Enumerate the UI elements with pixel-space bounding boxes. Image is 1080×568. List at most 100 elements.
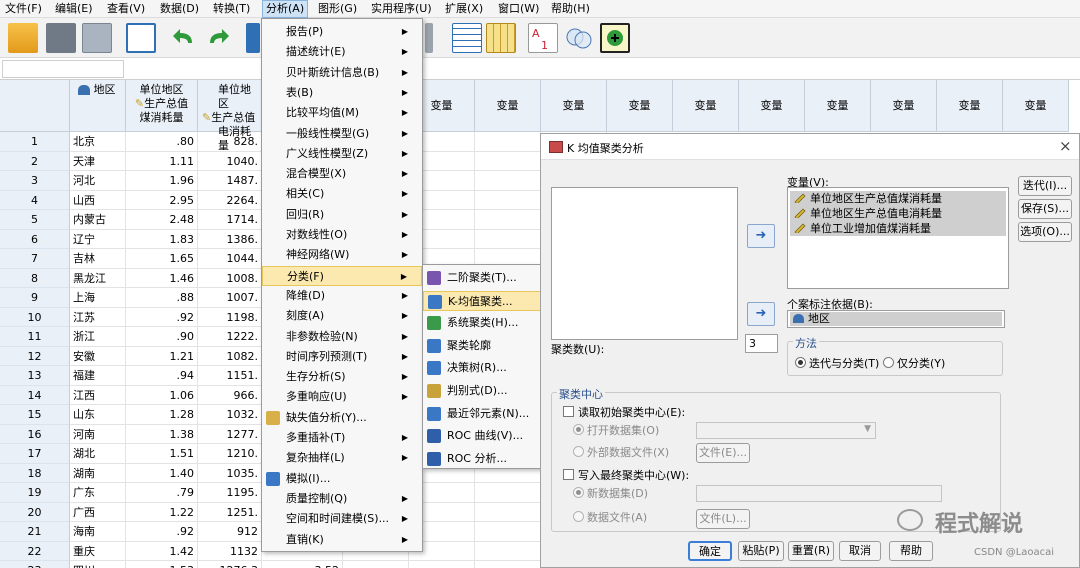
- table-cell[interactable]: 1276.3: [198, 561, 262, 568]
- move-to-variables-button[interactable]: ➜: [747, 224, 775, 248]
- table-cell[interactable]: 1.40: [126, 463, 198, 483]
- analyze-menu-item[interactable]: 时间序列预测(T) ▶: [262, 347, 422, 367]
- table-cell[interactable]: .92: [126, 307, 198, 327]
- classify-only-radio[interactable]: [883, 357, 894, 368]
- cancel-button[interactable]: 取消: [839, 541, 881, 561]
- col-header-variable[interactable]: 变量: [937, 80, 1003, 132]
- analyze-menu-item[interactable]: 多重插补(T) ▶: [262, 428, 422, 448]
- table-cell[interactable]: 1210.: [198, 444, 262, 464]
- analyze-menu-item[interactable]: 报告(P) ▶: [262, 22, 422, 42]
- open-folder-icon[interactable]: [8, 23, 38, 53]
- read-initial-checkbox[interactable]: [563, 406, 574, 417]
- data-file-radio[interactable]: [573, 511, 584, 522]
- new-dataset-radio[interactable]: [573, 487, 584, 498]
- table-cell[interactable]: 912: [198, 522, 262, 542]
- table-cell[interactable]: 河北: [70, 171, 126, 191]
- recall-dialog-icon[interactable]: [126, 23, 156, 53]
- table-cell[interactable]: 3.52: [262, 561, 343, 568]
- analyze-menu-item[interactable]: 贝叶斯统计信息(B) ▶: [262, 63, 422, 83]
- table-cell[interactable]: 1044.: [198, 249, 262, 269]
- split-file-icon[interactable]: [452, 23, 482, 53]
- table-cell[interactable]: 1251.: [198, 502, 262, 522]
- menu-transform[interactable]: 转换(T): [210, 0, 253, 18]
- row-number[interactable]: 2: [0, 151, 70, 171]
- redo-icon[interactable]: [204, 23, 232, 53]
- row-number[interactable]: 9: [0, 288, 70, 308]
- menu-data[interactable]: 数据(D): [157, 0, 202, 18]
- table-cell[interactable]: 重庆: [70, 541, 126, 561]
- new-dataset-name-field[interactable]: [696, 485, 942, 502]
- table-cell[interactable]: 内蒙古: [70, 210, 126, 230]
- show-all-variables-icon[interactable]: [600, 23, 630, 53]
- row-number[interactable]: 6: [0, 229, 70, 249]
- classify-menu-item[interactable]: K-均值聚类...: [423, 290, 545, 311]
- row-number[interactable]: 21: [0, 522, 70, 542]
- menu-view[interactable]: 查看(V): [104, 0, 148, 18]
- row-number[interactable]: 15: [0, 405, 70, 425]
- table-cell[interactable]: 天津: [70, 151, 126, 171]
- close-icon[interactable]: ×: [1059, 137, 1072, 155]
- variable-item[interactable]: 单位地区生产总值电消耗量: [790, 206, 1006, 221]
- row-number[interactable]: 8: [0, 268, 70, 288]
- analyze-menu-item[interactable]: 描述统计(E) ▶: [262, 42, 422, 62]
- use-sets-icon[interactable]: [564, 23, 594, 53]
- table-cell[interactable]: 1032.: [198, 405, 262, 425]
- table-cell[interactable]: 1.65: [126, 249, 198, 269]
- classify-menu-item[interactable]: ROC 分析...: [423, 449, 545, 469]
- file-button-1[interactable]: 文件(E)...: [696, 443, 750, 463]
- row-number[interactable]: 3: [0, 171, 70, 191]
- table-cell[interactable]: 966.: [198, 385, 262, 405]
- table-cell[interactable]: 1.96: [126, 171, 198, 191]
- menu-analyze[interactable]: 分析(A): [262, 0, 309, 18]
- table-cell[interactable]: 828.: [198, 132, 262, 152]
- table-cell[interactable]: .80: [126, 132, 198, 152]
- classify-menu-item[interactable]: 聚类轮廓: [423, 336, 545, 356]
- table-cell[interactable]: 1.21: [126, 346, 198, 366]
- table-cell[interactable]: 1008.: [198, 268, 262, 288]
- row-number[interactable]: 17: [0, 444, 70, 464]
- save-icon[interactable]: [46, 23, 76, 53]
- col-header-elec[interactable]: 单位地区 ✎生产总值 电消耗量: [198, 80, 262, 152]
- table-cell[interactable]: 浙江: [70, 327, 126, 347]
- table-cell[interactable]: [475, 132, 541, 152]
- table-cell[interactable]: 1.22: [126, 502, 198, 522]
- analyze-menu-item[interactable]: 复杂抽样(L) ▶: [262, 448, 422, 468]
- table-cell[interactable]: 江西: [70, 385, 126, 405]
- menu-help[interactable]: 帮助(H): [548, 0, 593, 18]
- analyze-menu-item[interactable]: 非参数检验(N) ▶: [262, 327, 422, 347]
- table-cell[interactable]: [343, 561, 409, 568]
- table-cell[interactable]: [475, 210, 541, 230]
- row-number[interactable]: 5: [0, 210, 70, 230]
- table-cell[interactable]: [409, 561, 475, 568]
- table-cell[interactable]: 1222.: [198, 327, 262, 347]
- menu-edit[interactable]: 编辑(E): [52, 0, 96, 18]
- row-number[interactable]: 10: [0, 307, 70, 327]
- table-cell[interactable]: [475, 541, 541, 561]
- table-cell[interactable]: 2.95: [126, 190, 198, 210]
- analyze-menu-item[interactable]: 对数线性(O) ▶: [262, 225, 422, 245]
- classify-menu-item[interactable]: 二阶聚类(T)...: [423, 268, 545, 288]
- reset-button[interactable]: 重置(R): [788, 541, 834, 561]
- table-cell[interactable]: 湖南: [70, 463, 126, 483]
- table-cell[interactable]: 辽宁: [70, 229, 126, 249]
- analyze-menu-item[interactable]: 混合模型(X) ▶: [262, 164, 422, 184]
- analyze-menu-item[interactable]: 质量控制(Q) ▶: [262, 489, 422, 509]
- options-button[interactable]: 选项(O)...: [1018, 222, 1072, 242]
- table-cell[interactable]: 安徽: [70, 346, 126, 366]
- iterate-button[interactable]: 迭代(I)...: [1018, 176, 1072, 196]
- print-icon[interactable]: [82, 23, 112, 53]
- save-button[interactable]: 保存(S)...: [1018, 199, 1072, 219]
- analyze-menu-item[interactable]: 缺失值分析(Y)...: [262, 408, 422, 428]
- hidden-tool-icon[interactable]: [425, 23, 433, 53]
- row-number[interactable]: 7: [0, 249, 70, 269]
- table-cell[interactable]: 山东: [70, 405, 126, 425]
- menu-file[interactable]: 文件(F): [2, 0, 45, 18]
- case-label-field[interactable]: 地区: [787, 310, 1005, 328]
- table-cell[interactable]: 1277.: [198, 424, 262, 444]
- external-file-radio[interactable]: [573, 446, 584, 457]
- table-cell[interactable]: 广西: [70, 502, 126, 522]
- classify-menu-item[interactable]: 系统聚类(H)...: [423, 313, 545, 333]
- table-cell[interactable]: .94: [126, 366, 198, 386]
- weight-cases-icon[interactable]: [486, 23, 516, 53]
- col-header-region[interactable]: 地区: [70, 80, 126, 132]
